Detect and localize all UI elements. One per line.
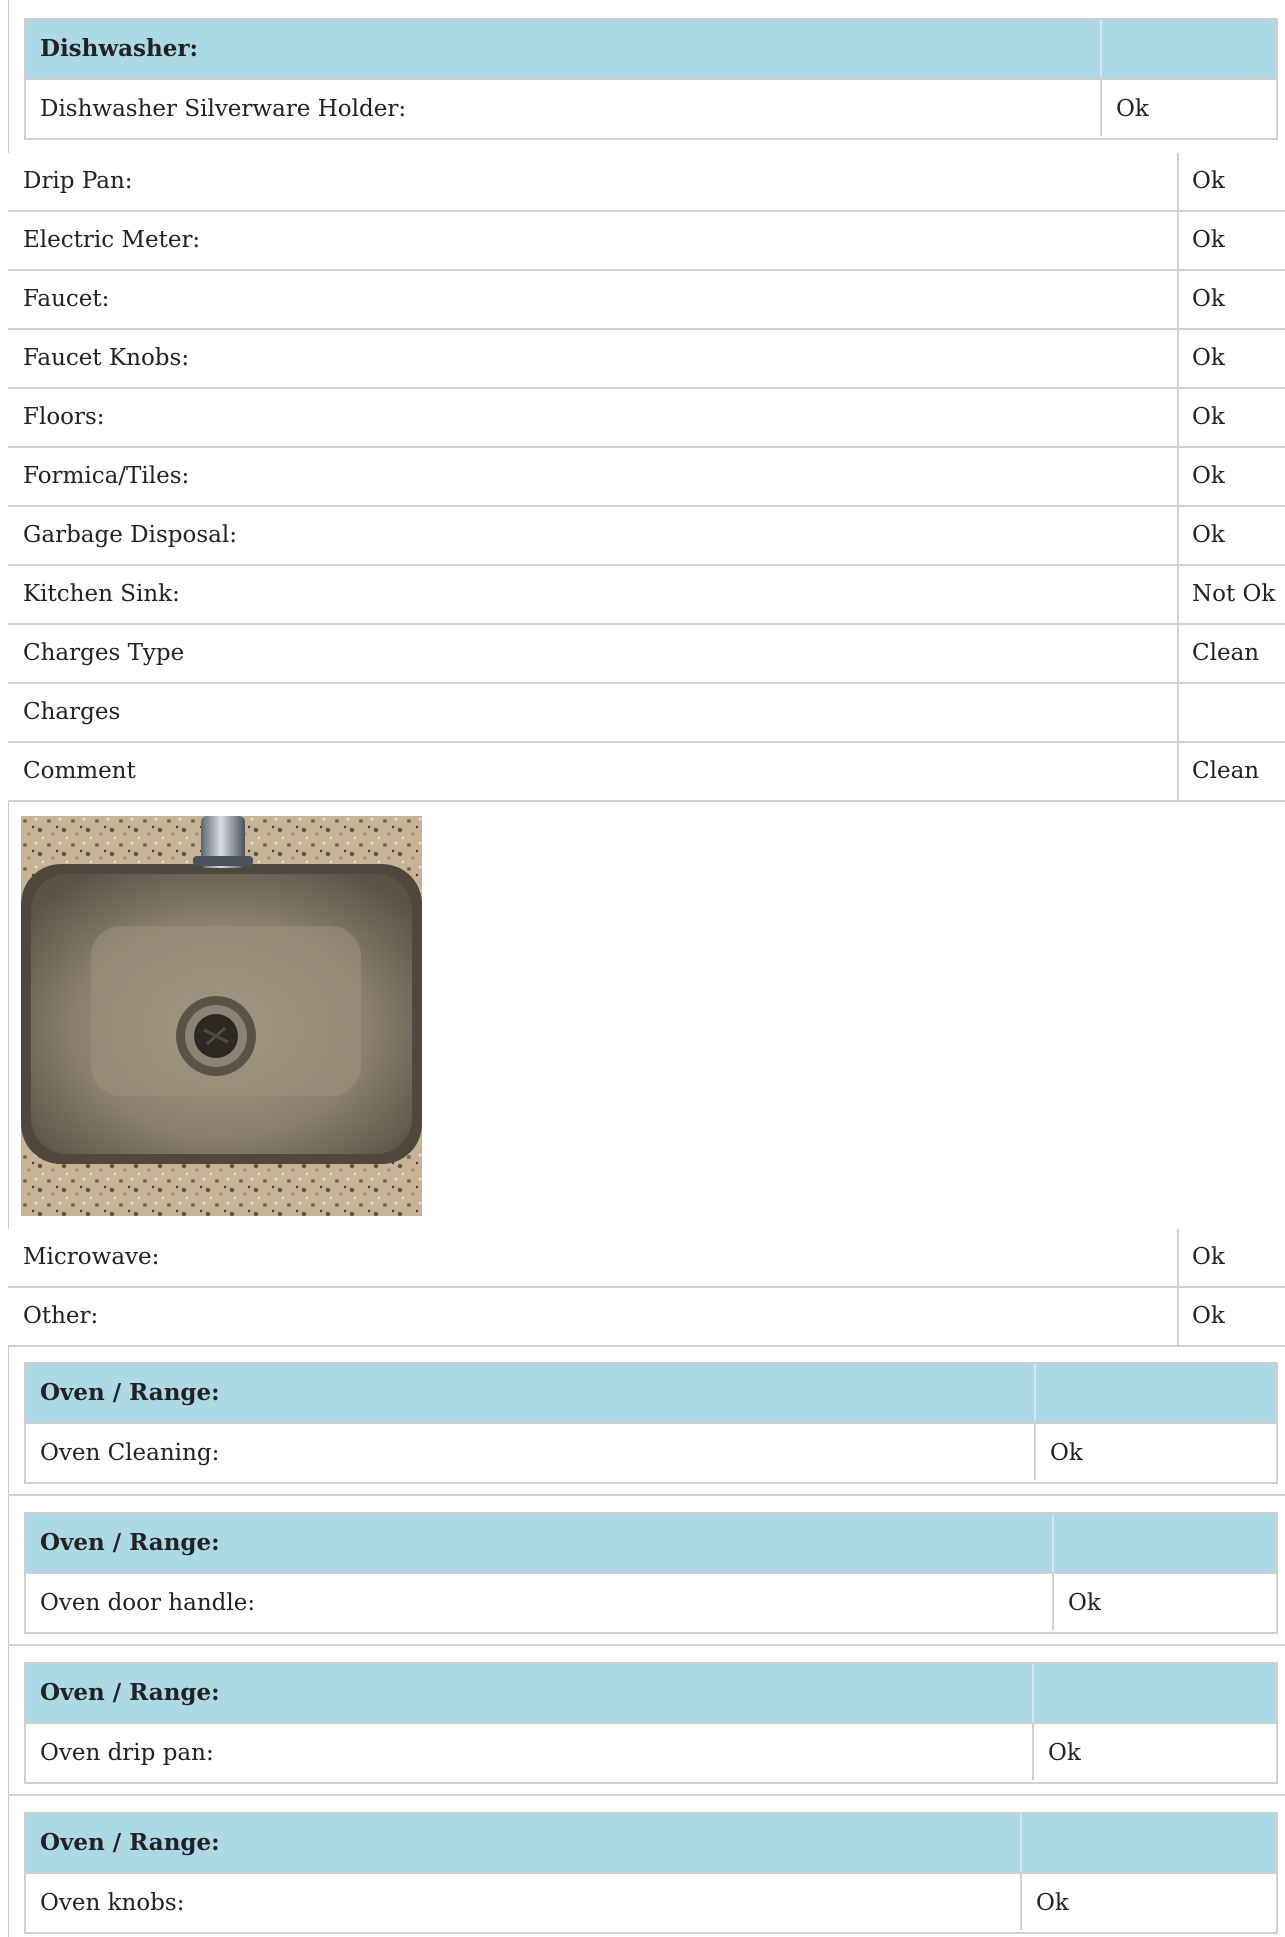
column-divider	[1020, 1814, 1022, 1872]
column-divider	[1100, 20, 1102, 78]
oven-range-item-value: Ok	[1050, 1440, 1083, 1466]
row-label: Charges	[23, 699, 121, 725]
row-value: Ok	[1192, 463, 1225, 489]
column-divider	[1177, 1229, 1179, 1286]
table-row: Charges	[8, 684, 1285, 743]
column-divider	[1020, 1874, 1022, 1930]
column-divider	[1177, 507, 1179, 564]
column-divider	[1032, 1664, 1034, 1722]
oven-range-header-row: Oven / Range:	[26, 1514, 1276, 1572]
table-row: Faucet Knobs: Ok	[8, 330, 1285, 389]
row-value: Ok	[1192, 345, 1225, 371]
dishwasher-item-value: Ok	[1116, 96, 1149, 122]
dishwasher-section: Dishwasher: Dishwasher Silverware Holder…	[8, 0, 1285, 155]
row-label: Garbage Disposal:	[23, 522, 237, 548]
column-divider	[1034, 1364, 1036, 1422]
column-divider	[1177, 448, 1179, 505]
oven-range-section: Oven / Range: Oven door handle: Ok	[8, 1496, 1285, 1646]
column-divider	[1052, 1514, 1054, 1572]
table-row: Microwave: Ok	[8, 1229, 1285, 1288]
table-row: Formica/Tiles: Ok	[8, 448, 1285, 507]
oven-range-section: Oven / Range: Oven knobs: Ok	[8, 1796, 1285, 1937]
oven-range-item-label: Oven knobs:	[40, 1890, 185, 1916]
oven-range-table: Oven / Range: Oven knobs: Ok	[24, 1812, 1278, 1934]
row-value: Ok	[1192, 227, 1225, 253]
oven-range-table: Oven / Range: Oven Cleaning: Ok	[24, 1362, 1278, 1484]
oven-range-item-row: Oven drip pan: Ok	[26, 1722, 1276, 1780]
oven-range-header: Oven / Range:	[40, 1829, 220, 1856]
row-label: Faucet:	[23, 286, 110, 312]
row-value: Ok	[1192, 168, 1225, 194]
dishwasher-header: Dishwasher:	[40, 35, 198, 62]
row-label: Formica/Tiles:	[23, 463, 190, 489]
oven-range-table: Oven / Range: Oven drip pan: Ok	[24, 1662, 1278, 1784]
oven-range-item-row: Oven Cleaning: Ok	[26, 1422, 1276, 1480]
oven-range-header: Oven / Range:	[40, 1679, 220, 1706]
oven-range-item-row: Oven knobs: Ok	[26, 1872, 1276, 1930]
oven-range-table: Oven / Range: Oven door handle: Ok	[24, 1512, 1278, 1634]
row-value: Ok	[1192, 1244, 1225, 1270]
oven-range-section: Oven / Range: Oven drip pan: Ok	[8, 1646, 1285, 1796]
column-divider	[1177, 389, 1179, 446]
oven-range-header: Oven / Range:	[40, 1529, 220, 1556]
oven-range-item-value: Ok	[1036, 1890, 1069, 1916]
table-row: Drip Pan: Ok	[8, 153, 1285, 212]
dishwasher-item-label: Dishwasher Silverware Holder:	[40, 96, 407, 122]
oven-range-item-value: Ok	[1048, 1740, 1081, 1766]
column-divider	[1032, 1724, 1034, 1780]
column-divider	[1052, 1574, 1054, 1630]
row-value: Not Ok	[1192, 581, 1276, 607]
row-label: Electric Meter:	[23, 227, 201, 253]
column-divider	[1034, 1424, 1036, 1480]
oven-range-header-row: Oven / Range:	[26, 1664, 1276, 1722]
row-label: Comment	[23, 758, 136, 784]
column-divider	[1177, 1288, 1179, 1345]
row-value: Clean	[1192, 758, 1260, 784]
oven-range-section: Oven / Range: Oven Cleaning: Ok	[8, 1346, 1285, 1496]
table-row: Charges Type Clean	[8, 625, 1285, 684]
column-divider	[1177, 153, 1179, 210]
dishwasher-header-row: Dishwasher:	[26, 20, 1276, 78]
column-divider	[1177, 271, 1179, 328]
oven-range-header-row: Oven / Range:	[26, 1814, 1276, 1872]
column-divider	[1177, 743, 1179, 800]
row-value: Ok	[1192, 522, 1225, 548]
table-row: Electric Meter: Ok	[8, 212, 1285, 271]
oven-range-item-value: Ok	[1068, 1590, 1101, 1616]
inspection-report: Dishwasher: Dishwasher Silverware Holder…	[0, 0, 1285, 1937]
table-row: Faucet: Ok	[8, 271, 1285, 330]
column-divider	[1177, 330, 1179, 387]
table-row: Other: Ok	[8, 1288, 1285, 1347]
dishwasher-item-row: Dishwasher Silverware Holder: Ok	[26, 78, 1276, 136]
row-label: Charges Type	[23, 640, 185, 666]
table-row: Floors: Ok	[8, 389, 1285, 448]
oven-range-header-row: Oven / Range:	[26, 1364, 1276, 1422]
kitchen-sink-photo	[21, 816, 422, 1216]
table-row: Kitchen Sink: Not Ok	[8, 566, 1285, 625]
row-label: Floors:	[23, 404, 105, 430]
oven-range-item-label: Oven door handle:	[40, 1590, 256, 1616]
row-label: Kitchen Sink:	[23, 581, 180, 607]
oven-range-item-label: Oven drip pan:	[40, 1740, 214, 1766]
table-row: Comment Clean	[8, 743, 1285, 802]
table-row: Garbage Disposal: Ok	[8, 507, 1285, 566]
column-divider	[1177, 625, 1179, 682]
row-value: Ok	[1192, 404, 1225, 430]
dishwasher-table: Dishwasher: Dishwasher Silverware Holder…	[24, 18, 1278, 140]
column-divider	[1177, 684, 1179, 741]
oven-range-header: Oven / Range:	[40, 1379, 220, 1406]
row-value: Clean	[1192, 640, 1260, 666]
row-value: Ok	[1192, 286, 1225, 312]
oven-range-item-row: Oven door handle: Ok	[26, 1572, 1276, 1630]
row-label: Other:	[23, 1303, 99, 1329]
row-value: Ok	[1192, 1303, 1225, 1329]
column-divider	[1177, 566, 1179, 623]
row-label: Microwave:	[23, 1244, 160, 1270]
column-divider	[1100, 80, 1102, 136]
column-divider	[1177, 212, 1179, 269]
row-label: Drip Pan:	[23, 168, 133, 194]
row-label: Faucet Knobs:	[23, 345, 190, 371]
oven-range-item-label: Oven Cleaning:	[40, 1440, 220, 1466]
